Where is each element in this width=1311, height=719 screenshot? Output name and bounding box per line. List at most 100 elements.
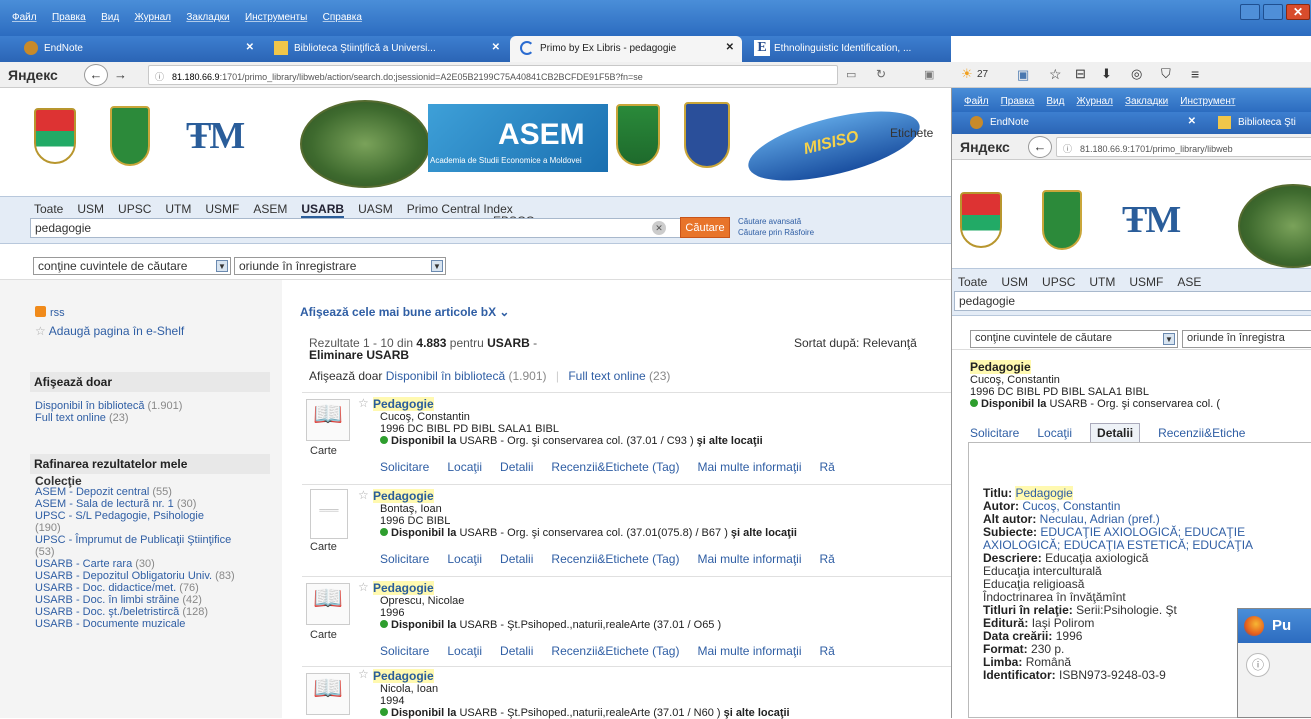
available-filter-link[interactable]: Disponibil în bibliotecă	[386, 369, 505, 383]
menu-history[interactable]: Журнал	[1076, 96, 1113, 107]
menu-bookmarks[interactable]: Закладки	[1125, 96, 1168, 107]
fulltext-filter-link[interactable]: Full text online	[568, 369, 645, 383]
facet-collection[interactable]: USARB - Carte rara (30)	[35, 558, 271, 570]
tab-biblioteca[interactable]: Biblioteca Ştiinţifică a Universi... ✕	[264, 36, 508, 62]
record-title[interactable]: Pedagogie	[373, 669, 434, 683]
tab-locations[interactable]: Locaţii	[1037, 426, 1072, 440]
eshelf-link[interactable]: ☆ Adaugă pagina în e-Shelf	[35, 324, 184, 338]
record-title[interactable]: Pedagogie	[373, 397, 434, 411]
tab-reviews[interactable]: Recenzii&Etichete (Tag)	[551, 552, 679, 566]
menu-edit[interactable]: Правка	[52, 12, 86, 23]
book-thumbnail[interactable]: 📖	[306, 673, 350, 715]
library-icon[interactable]: ⊟	[1075, 66, 1086, 82]
scope-usmf[interactable]: USMF	[205, 202, 239, 216]
scope-asem[interactable]: ASE	[1177, 275, 1201, 289]
new-tab-button[interactable]: +	[990, 40, 998, 56]
address-bar[interactable]: ⓘ 81.180.66.9:1701/primo_library/libweb/a…	[148, 65, 838, 85]
popup-titlebar[interactable]: Pu	[1238, 609, 1311, 643]
tab-more[interactable]: Ră	[820, 552, 835, 566]
remove-scope-link[interactable]: Eliminare USARB	[309, 348, 409, 362]
tab-reviews[interactable]: Recenzii&Etichete (Tag)	[551, 644, 679, 658]
tab-request[interactable]: Solicitare	[970, 426, 1019, 440]
tab-endnote[interactable]: EndNote ✕	[960, 112, 1204, 134]
tab-request[interactable]: Solicitare	[380, 644, 429, 658]
search-button[interactable]: Căutare	[680, 217, 730, 238]
menu-bookmarks[interactable]: Закладки	[186, 12, 229, 23]
facet-fulltext[interactable]: Full text online (23)	[35, 412, 129, 424]
back-button[interactable]: ←	[84, 64, 108, 86]
forward-icon[interactable]: →	[114, 67, 127, 82]
star-icon[interactable]: ☆	[1049, 66, 1062, 83]
facet-collection[interactable]: UPSC - Împrumut de Publicaţii Ştiinţific…	[35, 534, 235, 558]
book-thumbnail[interactable]: 📖	[306, 583, 350, 625]
where-select[interactable]: oriunde în înregistrare ▼	[234, 257, 446, 275]
book-thumbnail[interactable]: 📖	[306, 399, 350, 441]
tab-locations[interactable]: Locaţii	[447, 552, 482, 566]
download-icon[interactable]: ⬇	[1101, 66, 1112, 82]
facet-collection[interactable]: UPSC - S/L Pedagogie, Psihologie (190)	[35, 510, 205, 534]
contains-select[interactable]: conţine cuvintele de căutare ▼	[33, 257, 231, 275]
info-icon[interactable]: ⓘ	[1246, 653, 1270, 677]
facet-collection[interactable]: USARB - Doc. în limbi străine (42)	[35, 594, 245, 606]
tab-locations[interactable]: Locaţii	[447, 460, 482, 474]
menu-view[interactable]: Вид	[101, 12, 119, 23]
search-input[interactable]: pedagogie	[30, 218, 690, 238]
yandex-logo[interactable]: Яндекс	[960, 139, 1010, 155]
tab-request[interactable]: Solicitare	[380, 552, 429, 566]
record-availability[interactable]: Disponibil la USARB - Org. şi conservare…	[380, 527, 797, 539]
facet-collection[interactable]: USARB - Documente muzicale	[35, 618, 271, 630]
facet-available[interactable]: Disponibil în bibliotecă (1.901)	[35, 400, 182, 412]
menu-file[interactable]: Файл	[964, 96, 989, 107]
search-input[interactable]: pedagogie	[954, 291, 1311, 311]
clear-search-icon[interactable]: ✕	[652, 221, 666, 235]
record-availability[interactable]: Disponibil la USARB - Org. şi conservare…	[380, 435, 763, 447]
where-select[interactable]: oriunde în înregistra	[1182, 330, 1311, 348]
record-availability[interactable]: Disponibil la USARB - Şt.Psihoped.,natur…	[380, 707, 790, 719]
tab-request[interactable]: Solicitare	[380, 460, 429, 474]
eshelf-star-icon[interactable]: ☆	[358, 396, 369, 410]
info-icon[interactable]: ⓘ	[155, 72, 164, 82]
scope-usarb[interactable]: USARB	[301, 202, 345, 218]
minimize-button[interactable]	[1240, 4, 1260, 20]
scope-upsc[interactable]: UPSC	[1042, 275, 1075, 289]
scope-usm[interactable]: USM	[1001, 275, 1028, 289]
bookmarks-icon[interactable]: ▣	[1017, 67, 1029, 83]
bx-articles-toggle[interactable]: Afişează cele mai bune articole bX ⌄	[300, 305, 509, 319]
close-tab-icon[interactable]: ✕	[1188, 116, 1196, 127]
record-title[interactable]: Pedagogie	[373, 489, 434, 503]
advanced-search-link[interactable]: Căutare avansată	[738, 217, 801, 226]
maximize-button[interactable]	[1263, 4, 1283, 20]
menu-view[interactable]: Вид	[1046, 96, 1064, 107]
tab-details[interactable]: Detalii	[1090, 423, 1141, 442]
scope-utm[interactable]: UTM	[1089, 275, 1115, 289]
pocket-icon[interactable]: ⛉	[1161, 66, 1171, 82]
book-thumbnail[interactable]: ═══	[310, 489, 348, 539]
tab-more-info[interactable]: Mai multe informaţii	[697, 460, 801, 474]
scope-usm[interactable]: USM	[77, 202, 104, 216]
facet-collection[interactable]: ASEM - Depozit central (55)	[35, 486, 271, 498]
tab-reviews[interactable]: Recenzii&Etichete (Tag)	[551, 460, 679, 474]
record-title[interactable]: Pedagogie	[373, 581, 434, 595]
tab-more-info[interactable]: Mai multe informaţii	[697, 644, 801, 658]
eshelf-star-icon[interactable]: ☆	[358, 580, 369, 594]
tab-primo[interactable]: Primo by Ex Libris - pedagogie ✕	[510, 36, 742, 62]
record-title[interactable]: Pedagogie	[970, 360, 1031, 374]
sort-by[interactable]: Sortat după: Relevanţă	[794, 336, 917, 350]
scope-toate[interactable]: Toate	[34, 202, 63, 216]
close-tab-icon[interactable]: ✕	[726, 42, 734, 53]
eshelf-star-icon[interactable]: ☆	[358, 667, 369, 681]
eshelf-star-icon[interactable]: ☆	[358, 488, 369, 502]
tab-details[interactable]: Detalii	[500, 552, 533, 566]
address-bar[interactable]: ⓘ 81.180.66.9:1701/primo_library/libweb	[1056, 137, 1311, 157]
menu-tools[interactable]: Инструмент	[1180, 96, 1235, 107]
facet-collection[interactable]: USARB - Doc. şt./beletristircă (128)	[35, 606, 245, 618]
rss-link[interactable]: rss	[35, 306, 65, 319]
tab-more[interactable]: Ră	[820, 460, 835, 474]
tab-locations[interactable]: Locaţii	[447, 644, 482, 658]
reload-icon[interactable]: ↻	[876, 67, 886, 81]
scope-uasm[interactable]: UASM	[358, 202, 393, 216]
menu-history[interactable]: Журнал	[135, 12, 172, 23]
hamburger-menu-icon[interactable]: ≡	[1191, 66, 1199, 82]
close-tab-icon[interactable]: ✕	[246, 42, 254, 53]
scope-utm[interactable]: UTM	[165, 202, 191, 216]
